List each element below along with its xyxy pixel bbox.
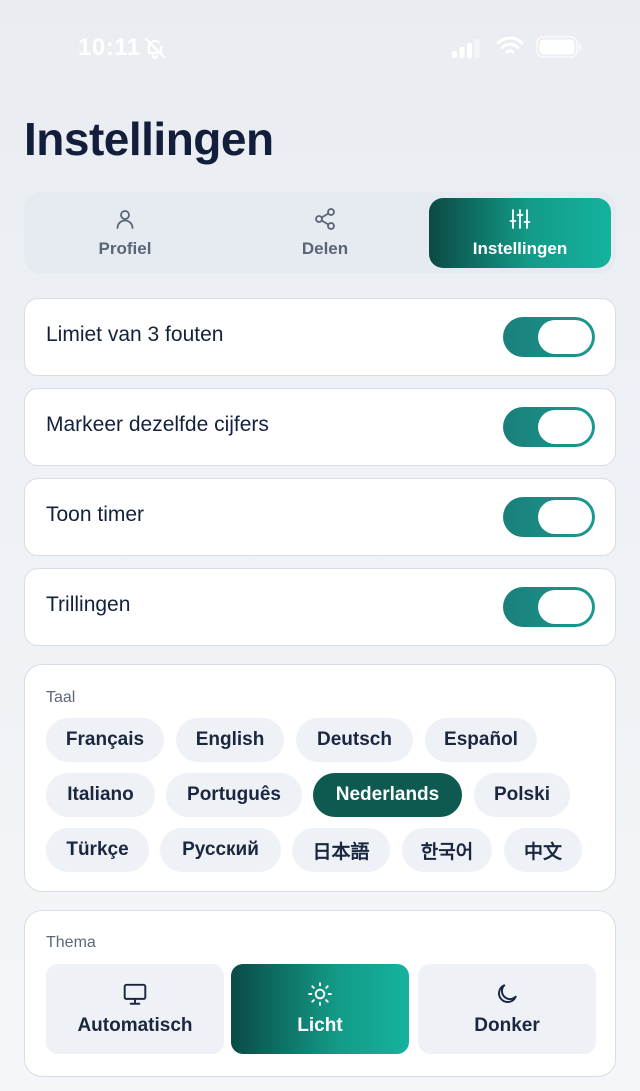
tab-instellingen[interactable]: Instellingen <box>429 198 611 268</box>
battery-icon <box>536 36 581 58</box>
tab-label: Instellingen <box>472 239 568 258</box>
show-timer-toggle[interactable] <box>503 497 595 537</box>
mistake-limit-toggle[interactable] <box>503 317 595 357</box>
setting-label: Toon timer <box>46 503 145 526</box>
language-chip-en[interactable]: English <box>176 718 284 762</box>
language-chip-nl[interactable]: Nederlands <box>313 773 462 817</box>
setting-label: Limiet van 3 fouten <box>46 323 224 346</box>
monitor-icon <box>123 983 147 1005</box>
language-chip-ru[interactable]: Русский <box>160 828 281 872</box>
user-icon <box>116 210 134 229</box>
toggle-knob <box>538 320 592 354</box>
language-chip-de[interactable]: Deutsch <box>296 718 413 762</box>
theme-label: Automatisch <box>77 1015 193 1036</box>
theme-label: Licht <box>297 1015 343 1036</box>
language-chip-ja[interactable]: 日本語 <box>292 828 390 872</box>
toggle-knob <box>538 500 592 534</box>
setting-row-show-timer: Toon timer <box>24 478 616 556</box>
tab-bar: Profiel Delen Instellingen <box>24 192 616 274</box>
theme-light-button[interactable]: Licht <box>231 964 409 1054</box>
status-time: 10:11 <box>78 34 141 61</box>
sliders-icon <box>509 209 531 229</box>
tab-delen[interactable]: Delen <box>234 198 416 268</box>
highlight-digits-toggle[interactable] <box>503 407 595 447</box>
language-chip-it[interactable]: Italiano <box>46 773 155 817</box>
vibration-toggle[interactable] <box>503 587 595 627</box>
setting-row-highlight-digits: Markeer dezelfde cijfers <box>24 388 616 466</box>
toggle-knob <box>538 410 592 444</box>
wifi-icon <box>496 36 524 54</box>
bell-slash-icon <box>144 37 166 60</box>
setting-label: Trillingen <box>46 593 131 616</box>
toggle-knob <box>538 590 592 624</box>
language-chip-es[interactable]: Español <box>425 718 537 762</box>
theme-automatic-button[interactable]: Automatisch <box>46 964 224 1054</box>
setting-row-vibration: Trillingen <box>24 568 616 646</box>
theme-dark-button[interactable]: Donker <box>418 964 596 1054</box>
tab-label: Profiel <box>98 239 152 258</box>
language-title: Taal <box>46 689 76 706</box>
language-chip-fr[interactable]: Français <box>46 718 164 762</box>
setting-label: Markeer dezelfde cijfers <box>46 413 269 436</box>
signal-icon <box>452 39 480 58</box>
language-chip-zh[interactable]: 中文 <box>504 828 582 872</box>
tab-label: Delen <box>301 239 349 258</box>
theme-title: Thema <box>46 934 96 951</box>
moon-icon <box>498 984 517 1003</box>
page-title: Instellingen <box>24 113 274 165</box>
language-chip-pl[interactable]: Polski <box>474 773 570 817</box>
setting-row-mistake-limit: Limiet van 3 fouten <box>24 298 616 376</box>
tab-profiel[interactable]: Profiel <box>34 198 216 268</box>
theme-card: Thema Automatisch Licht Donker <box>24 910 616 1077</box>
language-card: Taal Français English Deutsch Español It… <box>24 664 616 892</box>
status-bar: 10:11 <box>0 0 640 96</box>
language-chip-ko[interactable]: 한국어 <box>402 828 492 872</box>
share-icon <box>315 208 335 230</box>
sun-icon <box>308 982 332 1006</box>
theme-label: Donker <box>474 1015 540 1036</box>
language-chip-pt[interactable]: Português <box>166 773 302 817</box>
language-chip-tr[interactable]: Türkçe <box>46 828 149 872</box>
